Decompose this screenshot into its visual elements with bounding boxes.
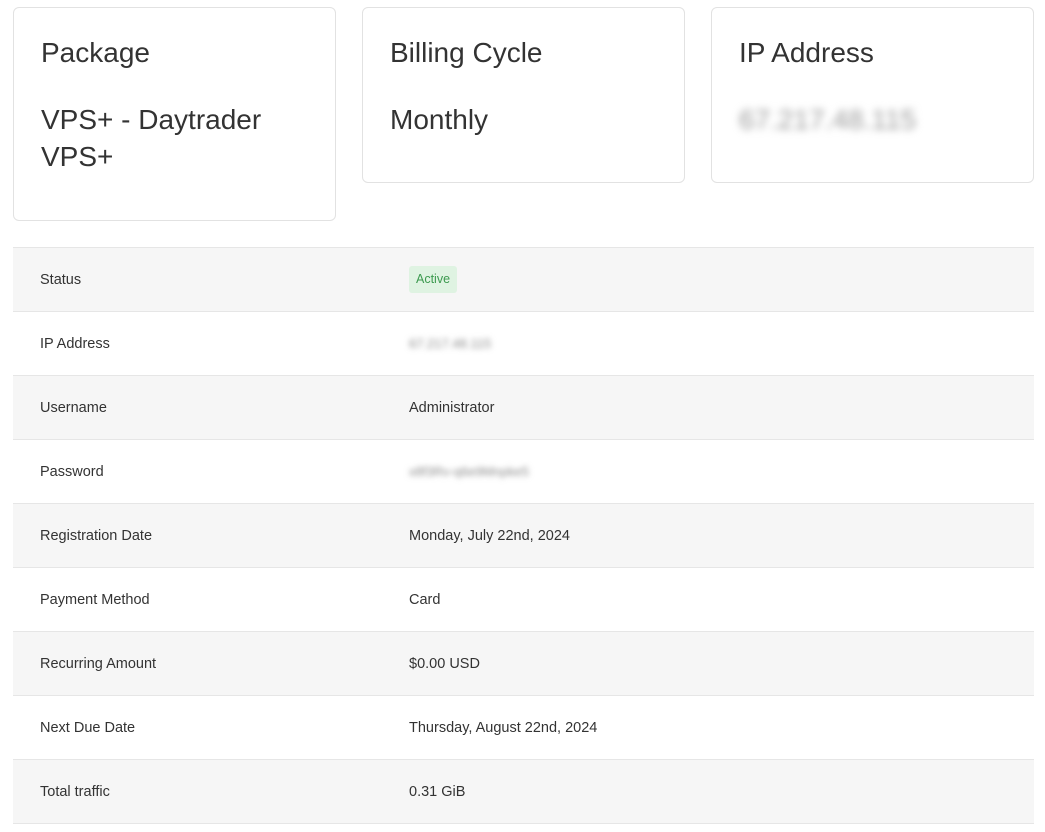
- ip-address-card-value: 67.217.48.115: [739, 104, 916, 135]
- service-details-table: Status Active IP Address 67.217.48.115 U…: [13, 247, 1034, 824]
- package-card: Package VPS+ - Daytrader VPS+: [13, 7, 336, 221]
- username-label: Username: [40, 399, 107, 416]
- next-due-date-value: Thursday, August 22nd, 2024: [409, 719, 598, 736]
- billing-cycle-card: Billing Cycle Monthly: [362, 7, 685, 183]
- ip-address-card-title: IP Address: [739, 37, 874, 68]
- password-value: x8f3Rv-q6e9Mnpke5: [409, 464, 529, 479]
- ip-address-value: 67.217.48.115: [409, 336, 492, 351]
- next-due-date-label: Next Due Date: [40, 719, 136, 736]
- payment-method-value: Card: [409, 591, 441, 608]
- payment-method-label: Payment Method: [40, 591, 150, 608]
- details-row-recurring-amount: Recurring Amount $0.00 USD: [13, 632, 1034, 696]
- billing-cycle-card-title: Billing Cycle: [390, 37, 543, 68]
- total-traffic-label: Total traffic: [40, 783, 110, 800]
- username-value: Administrator: [409, 399, 495, 416]
- status-label: Status: [40, 271, 82, 288]
- service-details-page: Package VPS+ - Daytrader VPS+ Billing Cy…: [0, 0, 1045, 832]
- password-label: Password: [40, 463, 104, 480]
- details-row-password: Password x8f3Rv-q6e9Mnpke5: [13, 440, 1034, 504]
- billing-cycle-card-value: Monthly: [390, 104, 489, 135]
- details-row-total-traffic: Total traffic 0.31 GiB: [13, 760, 1034, 824]
- package-card-value: VPS+ - Daytrader VPS+: [41, 104, 262, 172]
- registration-date-value: Monday, July 22nd, 2024: [409, 527, 570, 544]
- details-row-payment-method: Payment Method Card: [13, 568, 1034, 632]
- recurring-amount-label: Recurring Amount: [40, 655, 157, 672]
- details-row-registration-date: Registration Date Monday, July 22nd, 202…: [13, 504, 1034, 568]
- details-row-next-due-date: Next Due Date Thursday, August 22nd, 202…: [13, 696, 1034, 760]
- total-traffic-value: 0.31 GiB: [409, 783, 466, 800]
- ip-address-label: IP Address: [40, 335, 110, 352]
- ip-address-card: IP Address 67.217.48.115: [711, 7, 1034, 183]
- details-row-status: Status Active: [13, 248, 1034, 312]
- details-row-username: Username Administrator: [13, 376, 1034, 440]
- recurring-amount-value: $0.00 USD: [409, 655, 480, 672]
- package-card-title: Package: [41, 37, 150, 68]
- registration-date-label: Registration Date: [40, 527, 153, 544]
- details-row-ip-address: IP Address 67.217.48.115: [13, 312, 1034, 376]
- status-badge: Active: [409, 266, 458, 293]
